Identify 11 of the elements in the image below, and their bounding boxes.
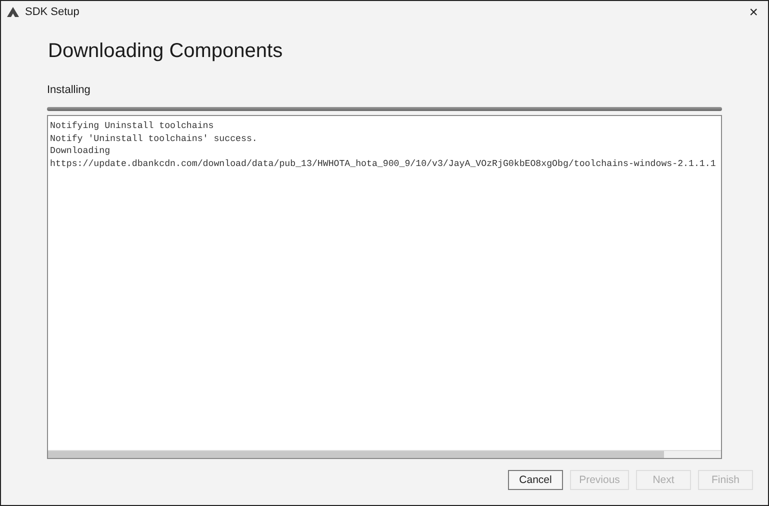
page-heading: Downloading Components xyxy=(48,40,284,63)
horizontal-scrollbar[interactable] xyxy=(48,450,721,458)
log-line: Notify 'Uninstall toolchains' success. xyxy=(50,132,258,146)
log-line: Notifying Uninstall toolchains xyxy=(50,120,214,133)
log-line: https://update.dbankcdn.com/download/data/pub_13/HWHOTA_hota_900_9/10/v3/JayA_VOzRjG0kbEO8xgObg/toolchains-windows-2.1.1.1 xyxy=(50,158,716,170)
log-line: Downloading xyxy=(50,145,110,158)
wizard-button[interactable]: Cancel xyxy=(508,470,563,490)
window-title: SDK Setup xyxy=(25,6,80,18)
logo-icon xyxy=(7,7,19,17)
status-label: Installing xyxy=(47,84,92,96)
close-button[interactable]: × xyxy=(747,4,760,20)
